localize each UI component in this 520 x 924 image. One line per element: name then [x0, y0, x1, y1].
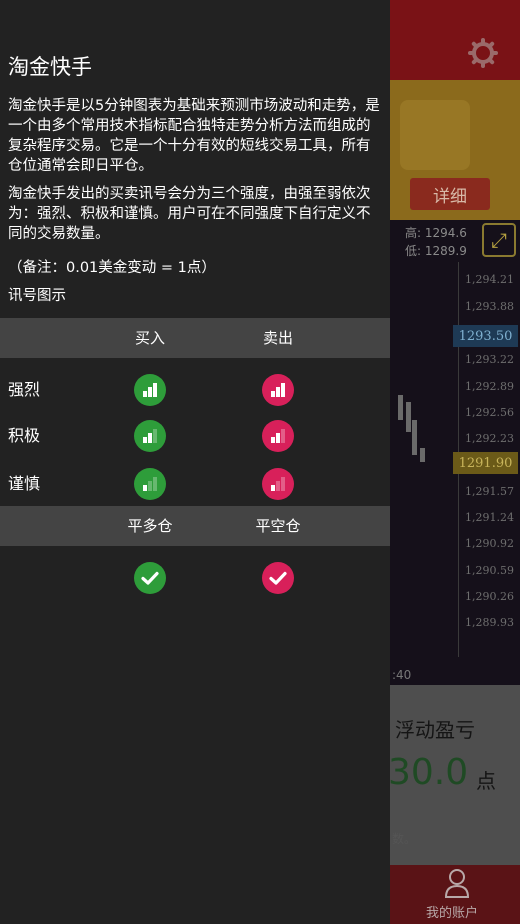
gear-icon[interactable]: [468, 38, 498, 68]
banner-decoration: [400, 100, 470, 170]
current-price-tag-gold: 1291.90: [453, 452, 518, 474]
close-long-column-header: 平多仓: [127, 517, 173, 535]
buy-column-header: 买入: [134, 329, 165, 347]
price-axis-tick: 1,289.93: [465, 616, 514, 629]
candlestick: [420, 448, 425, 462]
signal-row-cautious: 谨慎: [0, 461, 390, 507]
price-axis-tick: 1,291.57: [465, 485, 514, 498]
signal-legend-title: 讯号图示: [8, 288, 66, 304]
price-axis-tick: 1,294.21: [465, 273, 514, 286]
signal-row-label: 积极: [8, 426, 41, 445]
floating-pl-value: 30.0: [388, 752, 469, 793]
close-short-check-icon: [262, 562, 294, 594]
price-axis-tick: 1,290.59: [465, 564, 514, 577]
price-axis-tick: 1,293.22: [465, 353, 514, 366]
price-axis-tick: 1,290.26: [465, 590, 514, 603]
drawer-title: 淘金快手: [8, 55, 92, 79]
description-paragraph-1: 淘金快手是以5分钟图表为基础来预测市场波动和走势，是一个由多个常用技术指标配合独…: [8, 98, 380, 174]
sell-column-header: 卖出: [262, 329, 293, 347]
points-note: （备注：0.01美金变动 = 1点）: [8, 260, 216, 276]
close-short-column-header: 平空仓: [255, 517, 301, 535]
info-drawer: 淘金快手 淘金快手是以5分钟图表为基础来预测市场波动和走势，是一个由多个常用技术…: [0, 0, 390, 924]
faded-note: 数。: [392, 832, 417, 846]
current-price-tag-blue: 1293.50: [453, 325, 518, 347]
floating-pl-label: 浮动盈亏: [395, 718, 475, 742]
expand-icon[interactable]: ⤢: [482, 223, 516, 257]
candlestick: [412, 420, 417, 455]
candlestick: [398, 395, 403, 420]
close-long-check-icon: [134, 562, 166, 594]
account-icon[interactable]: [444, 868, 470, 898]
signal-table-header: 买入 卖出: [0, 318, 390, 358]
signal-row-strong: 强烈: [0, 367, 390, 413]
signal-row-label: 谨慎: [8, 474, 41, 493]
candlestick: [406, 402, 411, 432]
buy-cautious-signal-icon: [134, 468, 166, 500]
signal-row-active: 积极: [0, 413, 390, 459]
price-axis-tick: 1,290.92: [465, 537, 514, 550]
price-axis-tick: 1,292.89: [465, 380, 514, 393]
price-axis-tick: 1,292.23: [465, 432, 514, 445]
description-paragraph-2: 淘金快手发出的买卖讯号会分为三个强度，由强至弱依次为：强烈、积极和谨慎。用户可在…: [8, 186, 371, 242]
close-position-header: 平多仓 平空仓: [0, 506, 390, 546]
detail-button[interactable]: 详细: [410, 178, 490, 210]
price-axis-tick: 1,291.24: [465, 511, 514, 524]
price-axis-tick: 1,292.56: [465, 406, 514, 419]
buy-active-signal-icon: [134, 420, 166, 452]
high-price-label: 高: 1294.6: [405, 226, 467, 240]
price-axis-tick: 1,293.88: [465, 300, 514, 313]
sell-active-signal-icon: [262, 420, 294, 452]
sell-strong-signal-icon: [262, 374, 294, 406]
sell-cautious-signal-icon: [262, 468, 294, 500]
buy-strong-signal-icon: [134, 374, 166, 406]
tab-my-account[interactable]: 我的账户: [426, 902, 478, 921]
chart-time-label: :40: [392, 668, 412, 682]
close-position-row: [0, 555, 390, 601]
low-price-label: 低: 1289.9: [405, 244, 467, 258]
signal-row-label: 强烈: [8, 380, 41, 399]
floating-pl-unit: 点: [476, 769, 496, 793]
